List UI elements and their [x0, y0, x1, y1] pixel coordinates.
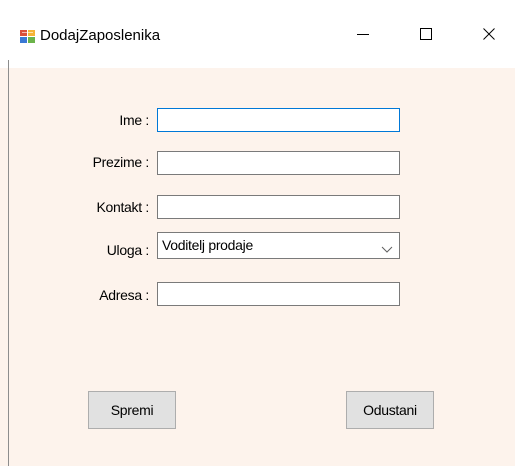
uloga-dropdown[interactable]: Voditelj prodaje	[157, 232, 400, 259]
maximize-button[interactable]	[403, 14, 449, 54]
maximize-icon	[420, 28, 432, 40]
minimize-button[interactable]	[340, 14, 386, 54]
title-bar[interactable]: DodajZaposlenika	[0, 0, 515, 68]
adresa-label: Adresa :	[99, 287, 149, 303]
app-form-icon	[20, 29, 36, 45]
save-button[interactable]: Spremi	[88, 391, 176, 429]
prezime-input[interactable]	[157, 151, 400, 175]
window-left-border	[8, 60, 9, 466]
cancel-button[interactable]: Odustani	[346, 391, 434, 429]
window-title: DodajZaposlenika	[40, 27, 161, 44]
ime-label: Ime :	[119, 112, 149, 128]
prezime-label: Prezime :	[92, 154, 150, 170]
kontakt-label: Kontakt :	[96, 199, 149, 215]
adresa-input[interactable]	[157, 282, 400, 306]
close-icon	[483, 28, 495, 40]
uloga-selected-value: Voditelj prodaje	[162, 237, 253, 253]
chevron-down-icon	[381, 241, 393, 253]
close-button[interactable]	[466, 14, 512, 54]
dodaj-zaposlenika-window: DodajZaposlenika Ime: Prezime: Kontakt…	[0, 0, 515, 466]
ime-input[interactable]	[157, 108, 400, 132]
kontakt-input[interactable]	[157, 195, 400, 219]
uloga-label: Uloga :	[106, 242, 150, 258]
minimize-icon	[357, 28, 369, 40]
